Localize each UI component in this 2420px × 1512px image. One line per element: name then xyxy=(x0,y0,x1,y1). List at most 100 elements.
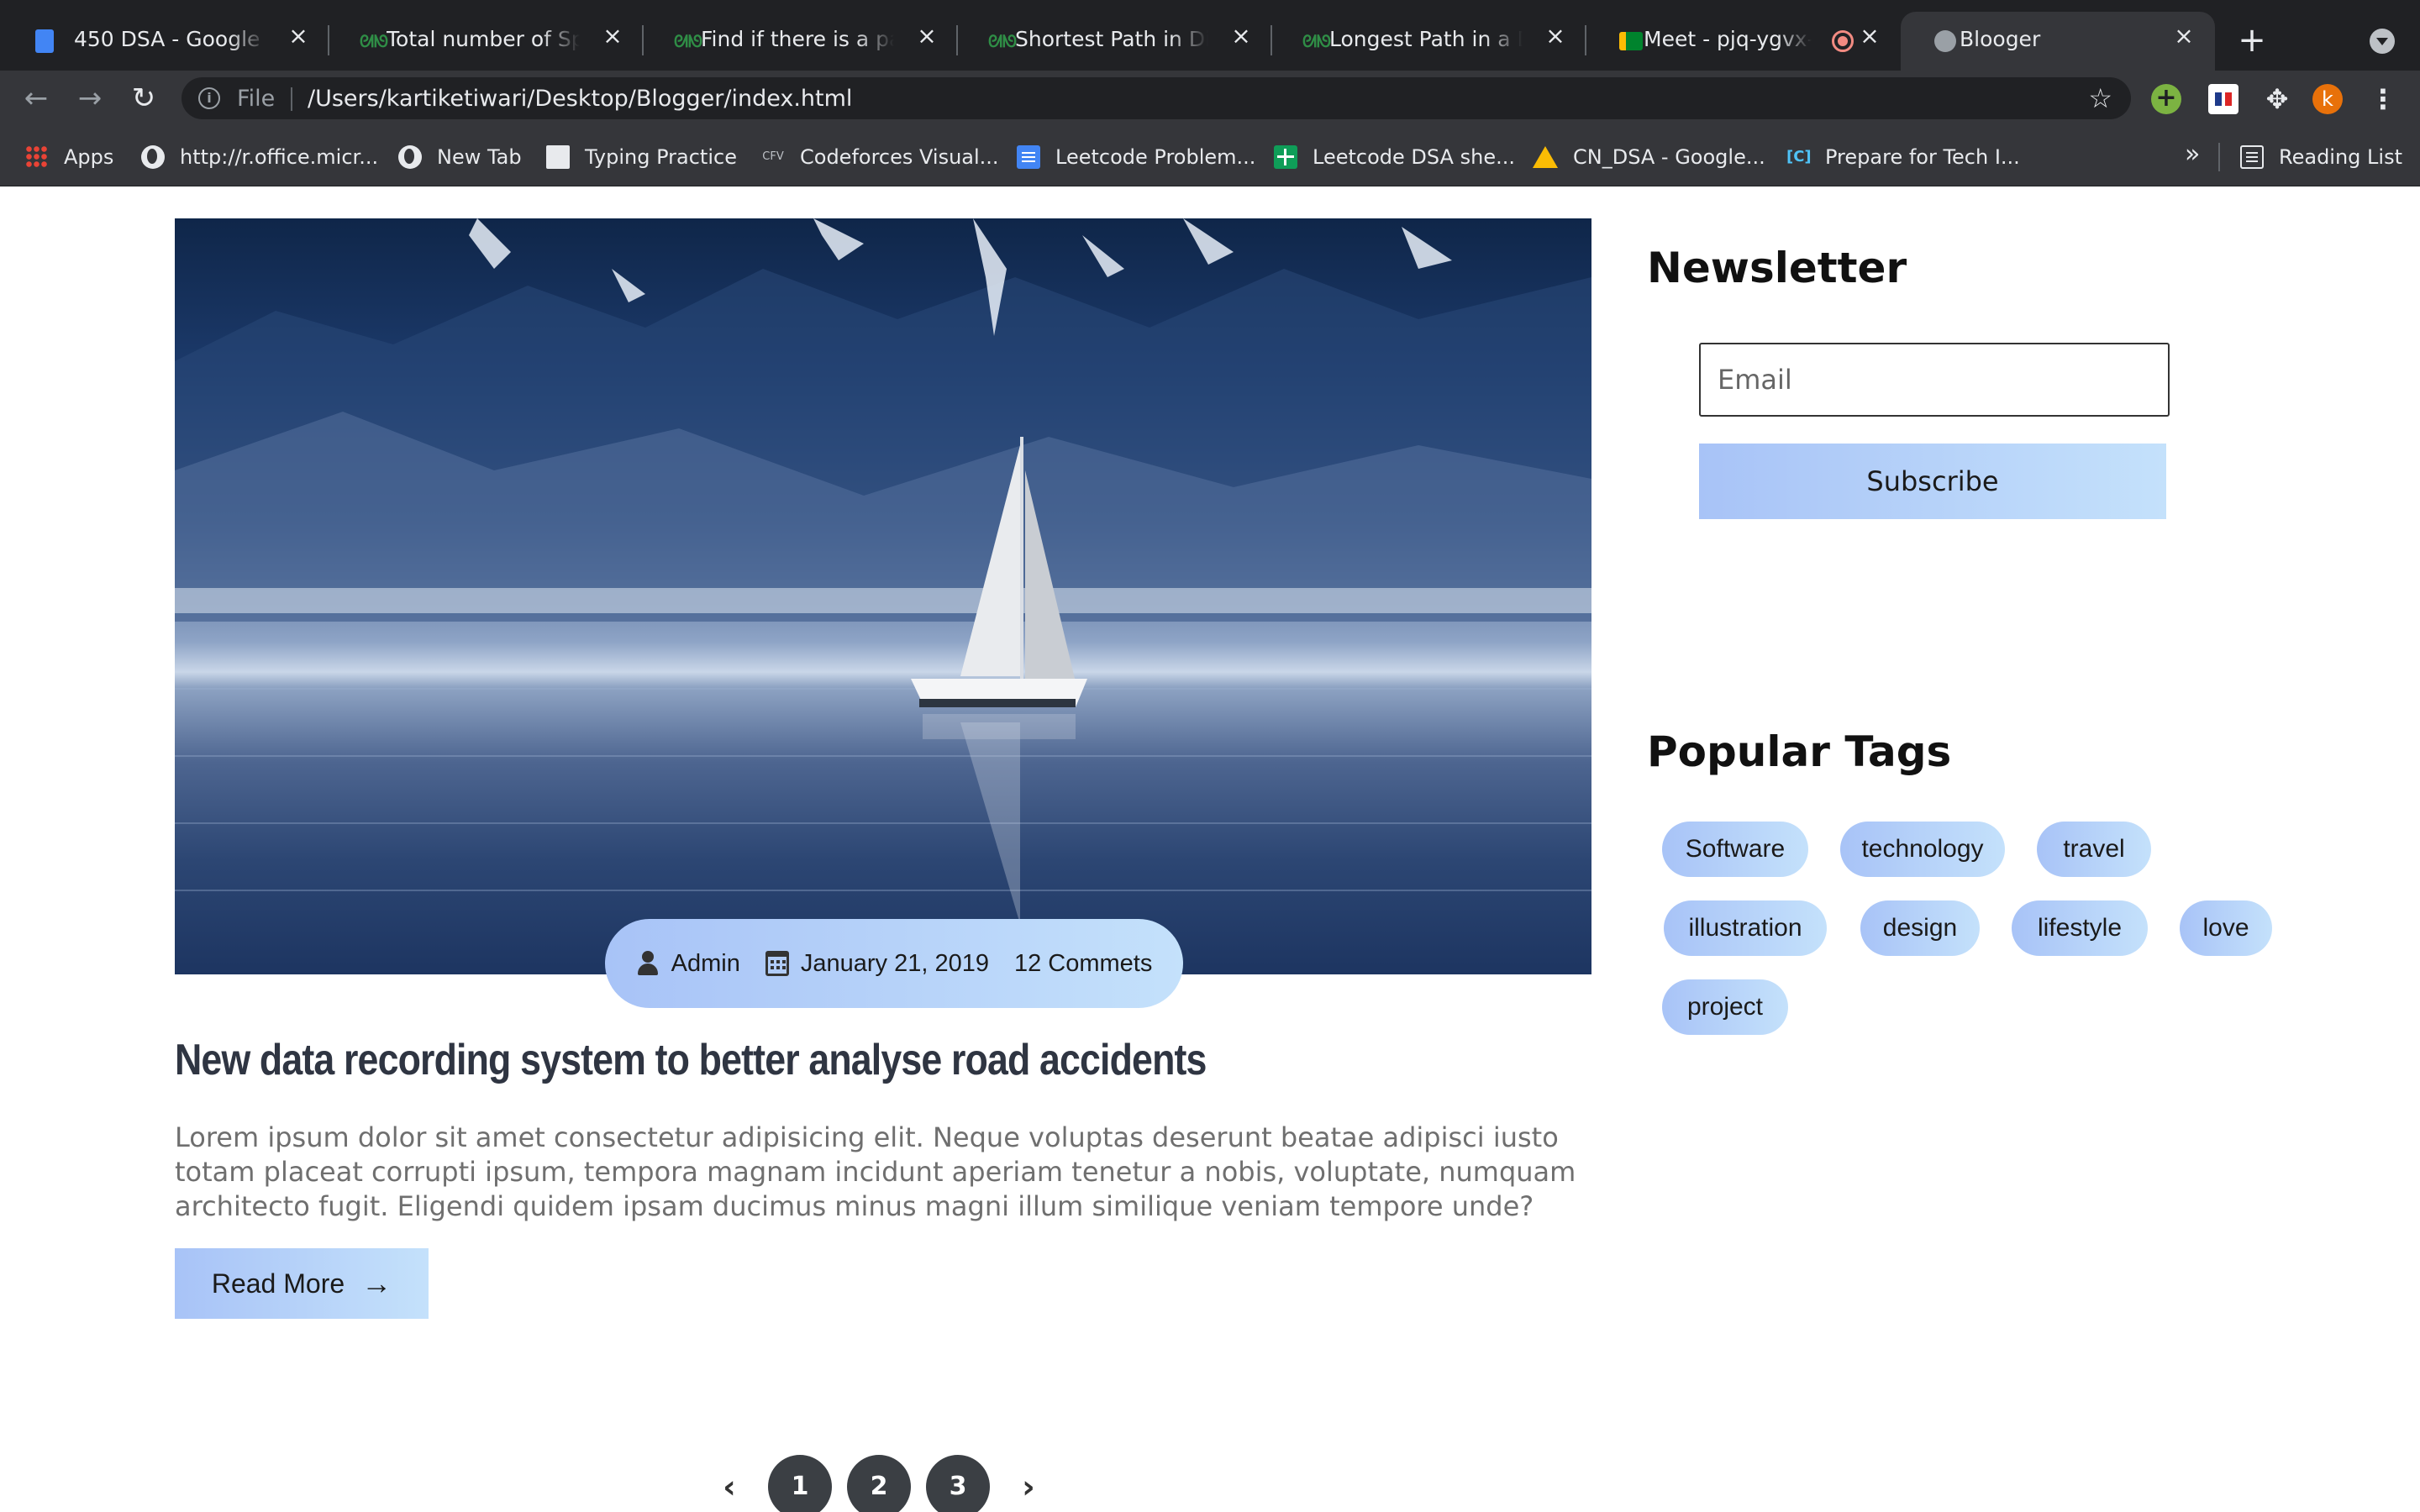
browser-tab[interactable]: ᘛᘚ Longest Path in a Dire × xyxy=(1272,12,1586,71)
post-excerpt: Lorem ipsum dolor sit amet consectetur a… xyxy=(175,1121,1576,1222)
post-title[interactable]: New data recording system to better anal… xyxy=(175,1035,1403,1085)
tab-title: Shortest Path in Direc xyxy=(1015,27,1208,51)
bookmark-cn-dsa[interactable]: CN_DSA - Google... xyxy=(1533,143,1765,171)
gfg-icon: ᘛᘚ xyxy=(1302,31,1332,51)
post-meta-bar: Admin January 21, 2019 12 Commets xyxy=(605,919,1183,1008)
bookmark-label: Apps xyxy=(64,145,114,169)
browser-tab[interactable]: 450 DSA - Google Do × xyxy=(0,12,329,71)
browser-toolbar: ← → ↻ i File /Users/kartiketiwari/Deskto… xyxy=(0,71,2420,126)
bookmark-new-tab[interactable]: New Tab xyxy=(398,143,522,171)
tag-love[interactable]: love xyxy=(2180,900,2272,956)
page-button-1[interactable]: 1 xyxy=(768,1455,832,1512)
reading-list-label: Reading List xyxy=(2279,145,2402,169)
bookmark-prepare-tech[interactable]: [C] Prepare for Tech I... xyxy=(1786,143,2020,171)
bookmark-label: Prepare for Tech I... xyxy=(1825,145,2020,169)
tag-illustration[interactable]: illustration xyxy=(1664,900,1827,956)
close-tab-icon[interactable]: × xyxy=(1543,24,1568,49)
close-tab-icon[interactable]: × xyxy=(1857,24,1882,49)
bookmarks-overflow-button[interactable]: » xyxy=(2185,139,2200,169)
bookmark-label: New Tab xyxy=(437,145,522,169)
page-button-2[interactable]: 2 xyxy=(847,1455,911,1512)
bookmarks-bar: Apps http://r.office.micr... New Tab Typ… xyxy=(0,126,2420,186)
author-name: Admin xyxy=(671,949,740,977)
google-docs-icon xyxy=(32,29,57,54)
info-icon[interactable]: i xyxy=(198,87,220,109)
browser-tab[interactable]: ᘛᘚ Find if there is a path × xyxy=(644,12,958,71)
reload-icon[interactable]: ↻ xyxy=(128,82,160,114)
forward-arrow-icon[interactable]: → xyxy=(74,82,106,114)
subscribe-button[interactable]: Subscribe xyxy=(1699,444,2166,519)
google-meet-icon xyxy=(1618,29,1644,54)
globe-icon xyxy=(398,145,422,169)
extension-plus-icon[interactable]: + xyxy=(2151,84,2181,114)
reading-list-icon xyxy=(2240,145,2264,169)
post-author[interactable]: Admin xyxy=(636,950,740,978)
bookmark-star-icon[interactable]: ☆ xyxy=(2088,82,2112,114)
browser-tab-strip: 450 DSA - Google Do × ᘛᘚ Total number of… xyxy=(0,0,2420,71)
browser-tab[interactable]: ᘛᘚ Shortest Path in Direc × xyxy=(958,12,1272,71)
pagination: ‹ 1 2 3 › xyxy=(706,1453,1052,1512)
page-content: Admin January 21, 2019 12 Commets New da… xyxy=(0,186,2420,1512)
gfg-icon: ᘛᘚ xyxy=(673,31,703,51)
tag-lifestyle[interactable]: lifestyle xyxy=(2012,900,2148,956)
extension-flag-icon[interactable] xyxy=(2208,84,2238,114)
page-button-3[interactable]: 3 xyxy=(926,1455,990,1512)
google-sheets-icon xyxy=(1274,145,1297,169)
chevron-left-icon[interactable]: ‹ xyxy=(706,1455,753,1512)
apps-grid-icon xyxy=(25,145,49,169)
address-bar[interactable]: i File /Users/kartiketiwari/Desktop/Blog… xyxy=(182,77,2131,119)
bookmark-apps[interactable]: Apps xyxy=(25,143,113,171)
tag-project[interactable]: project xyxy=(1662,979,1788,1035)
browser-tab[interactable]: Meet - pjq-ygvx-c × xyxy=(1586,12,1901,71)
close-tab-icon[interactable]: × xyxy=(914,24,939,49)
browser-tab-active[interactable]: Blooger × xyxy=(1901,12,2215,71)
tab-title: Blooger xyxy=(1960,27,2041,51)
bookmarks-divider xyxy=(2218,143,2220,171)
close-tab-icon[interactable]: × xyxy=(1228,24,1254,49)
tab-search-icon[interactable] xyxy=(2370,29,2395,54)
google-docs-icon xyxy=(1017,145,1040,169)
bookmark-typing-practice[interactable]: Typing Practice xyxy=(546,143,737,171)
tag-technology[interactable]: technology xyxy=(1840,822,2005,877)
bookmark-office[interactable]: http://r.office.micr... xyxy=(141,143,378,171)
tab-title: Meet - pjq-ygvx-c xyxy=(1644,27,1812,51)
post-date: January 21, 2019 xyxy=(765,950,989,978)
back-arrow-icon[interactable]: ← xyxy=(20,82,52,114)
profile-avatar[interactable]: k xyxy=(2312,84,2343,114)
typing-icon xyxy=(546,145,570,169)
gfg-icon: ᘛᘚ xyxy=(359,31,389,51)
reading-list-button[interactable]: Reading List xyxy=(2240,143,2402,171)
url-text[interactable]: /Users/kartiketiwari/Desktop/Blogger/ind… xyxy=(308,86,852,112)
browser-tab[interactable]: ᘛᘚ Total number of Span × xyxy=(329,12,644,71)
tag-design[interactable]: design xyxy=(1860,900,1980,956)
bookmark-leetcode-sheet[interactable]: Leetcode DSA she... xyxy=(1274,143,1515,171)
tab-title: 450 DSA - Google Do xyxy=(74,27,267,51)
chevron-right-icon[interactable]: › xyxy=(1005,1455,1052,1512)
tag-software[interactable]: Software xyxy=(1662,822,1808,877)
read-more-label: Read More xyxy=(211,1268,345,1299)
close-tab-icon[interactable]: × xyxy=(286,24,311,49)
extensions-puzzle-icon[interactable]: ✥ xyxy=(2262,84,2292,114)
bookmark-label: Typing Practice xyxy=(585,145,737,169)
date-text: January 21, 2019 xyxy=(800,949,989,977)
tag-travel[interactable]: travel xyxy=(2037,822,2151,877)
close-tab-icon[interactable]: × xyxy=(600,24,625,49)
google-drive-icon xyxy=(1533,146,1558,168)
sailboat-lake-illustration xyxy=(175,218,1591,924)
gfg-icon: ᘛᘚ xyxy=(987,31,1018,51)
newsletter-email-input[interactable] xyxy=(1699,343,2170,417)
globe-icon xyxy=(141,145,165,169)
new-tab-button[interactable]: + xyxy=(2235,24,2269,57)
bookmark-label: Leetcode Problem... xyxy=(1055,145,1256,169)
newsletter-heading: Newsletter xyxy=(1647,244,1907,292)
post-comments[interactable]: 12 Commets xyxy=(1014,950,1152,978)
close-tab-icon[interactable]: × xyxy=(2171,24,2196,49)
tab-title: Total number of Span xyxy=(387,27,580,51)
omnibox-divider xyxy=(291,87,292,111)
menu-kebab-icon[interactable]: ⋮ xyxy=(2368,84,2398,114)
bookmark-codeforces[interactable]: CFV Codeforces Visual... xyxy=(761,143,998,171)
read-more-button[interactable]: Read More → xyxy=(175,1248,429,1319)
bookmark-leetcode-problem[interactable]: Leetcode Problem... xyxy=(1017,143,1255,171)
recording-icon xyxy=(1832,30,1854,52)
popular-tags-heading: Popular Tags xyxy=(1647,727,1952,776)
